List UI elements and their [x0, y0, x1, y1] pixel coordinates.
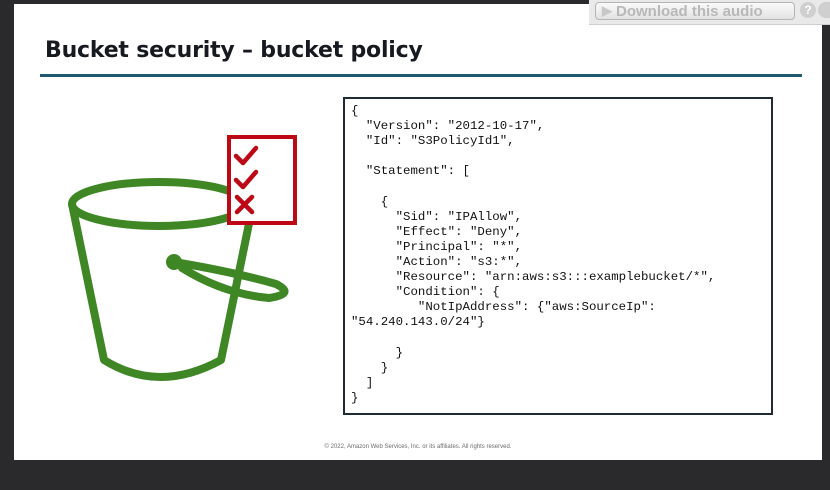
download-audio-button[interactable]: ▶ Download this audio — [595, 2, 795, 20]
copyright-notice: © 2022, Amazon Web Services, Inc. or its… — [324, 444, 512, 450]
slide: Bucket security – bucket policy { "Versi… — [14, 4, 822, 460]
help-button[interactable]: ? — [800, 2, 816, 18]
play-icon: ▶ — [602, 3, 612, 18]
bucket-policy-json: { "Version": "2012-10-17", "Id": "S3Poli… — [351, 104, 716, 405]
policy-code-box: { "Version": "2012-10-17", "Id": "S3Poli… — [343, 97, 773, 415]
title-divider — [40, 74, 802, 77]
slide-title: Bucket security – bucket policy — [45, 38, 423, 63]
handle-rivet — [166, 254, 182, 270]
audio-toolbar: ▶ Download this audio ? — [589, 0, 830, 25]
close-button[interactable] — [818, 2, 830, 18]
bucket-handle — [170, 258, 289, 302]
download-audio-label: Download this audio — [616, 2, 763, 20]
checklist-icon — [227, 135, 297, 225]
bucket-rim — [68, 178, 250, 230]
